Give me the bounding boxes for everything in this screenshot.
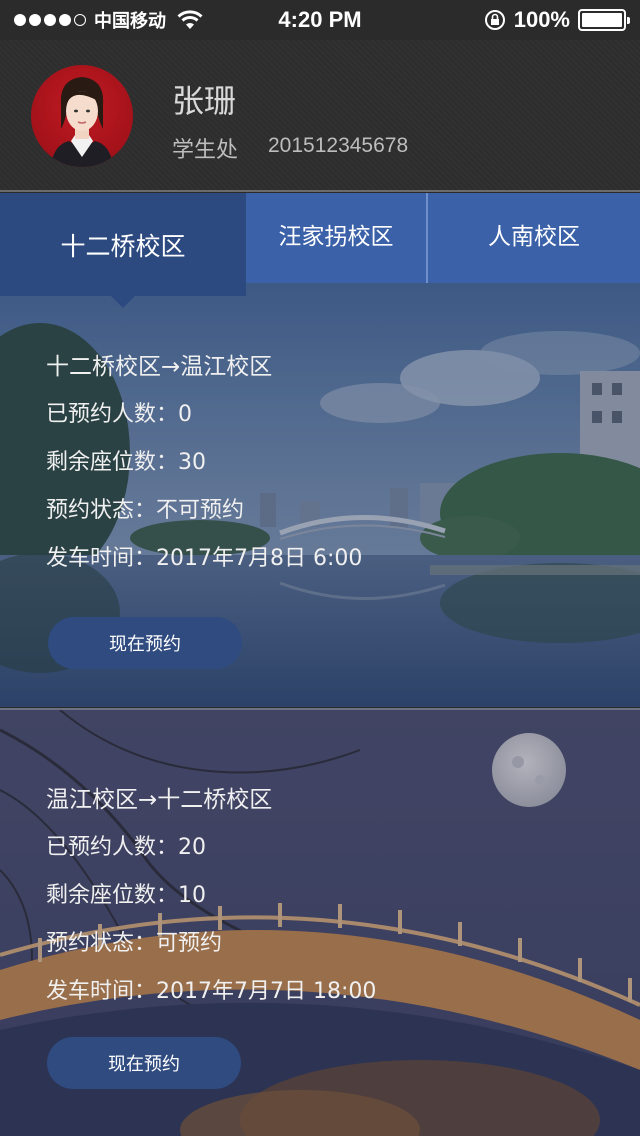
- remaining-seats: 剩余座位数：10: [46, 883, 206, 908]
- profile-header: 张珊 学生处 201512345678: [0, 40, 640, 192]
- carrier-name: 中国移动: [94, 11, 166, 31]
- battery-percent: 100%: [513, 7, 570, 32]
- battery-icon: [578, 9, 630, 31]
- avatar-portrait-icon: [51, 77, 113, 167]
- user-department: 学生处: [172, 138, 239, 163]
- book-now-button[interactable]: 现在预约: [47, 1037, 241, 1089]
- booking-status: 预约状态：可预约: [46, 931, 223, 956]
- route-card: 十二桥校区→温江校区 已预约人数：0 剩余座位数：30 预约状态：不可预约 发车…: [0, 283, 640, 707]
- booked-count: 已预约人数：0: [46, 402, 192, 427]
- tab-label: 人南校区: [488, 224, 580, 250]
- student-id: 201512345678: [268, 134, 409, 157]
- rotation-lock-icon: [484, 10, 505, 30]
- tab-wangjiaguai[interactable]: 汪家拐校区: [246, 193, 426, 283]
- tab-label: 汪家拐校区: [278, 224, 394, 250]
- route-title: 温江校区→十二桥校区: [46, 787, 273, 813]
- route-card: 温江校区→十二桥校区 已预约人数：20 剩余座位数：10 预约状态：可预约 发车…: [0, 708, 640, 1136]
- user-name: 张珊: [172, 82, 237, 120]
- tab-label: 十二桥校区: [60, 231, 186, 261]
- tab-shierqiao[interactable]: 十二桥校区: [0, 193, 246, 308]
- book-now-button[interactable]: 现在预约: [48, 617, 242, 669]
- departure-time: 发车时间：2017年7月8日 6:00: [46, 546, 363, 571]
- avatar[interactable]: [31, 65, 133, 167]
- campus-tabs: 十二桥校区 汪家拐校区 人南校区: [0, 193, 640, 308]
- departure-time: 发车时间：2017年7月7日 18:00: [46, 979, 377, 1004]
- tab-selected-indicator: [111, 296, 135, 308]
- signal-strength-icon: [14, 14, 86, 26]
- remaining-seats: 剩余座位数：30: [46, 450, 206, 475]
- route-title: 十二桥校区→温江校区: [46, 354, 273, 380]
- booking-status: 预约状态：不可预约: [46, 498, 245, 523]
- tab-rennan[interactable]: 人南校区: [428, 193, 640, 283]
- booked-count: 已预约人数：20: [46, 835, 206, 860]
- status-bar: 中国移动 4:20 PM 100%: [0, 0, 640, 40]
- wifi-icon: [177, 10, 203, 29]
